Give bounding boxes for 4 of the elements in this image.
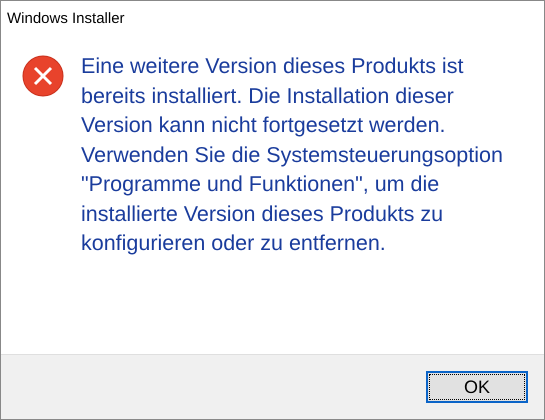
error-message: Eine weitere Version dieses Produkts ist bereits installiert. Die Installation dieser Version kann nicht fortgesetzt werden. Verwenden Sie die Systemsteuerungsoption "Programme und Funktionen", um die installierte Version dieses Produkts zu konfigurieren oder zu entfernen. — [81, 53, 504, 257]
error-icon — [22, 55, 64, 97]
ok-button[interactable]: OK — [426, 371, 528, 403]
window-title: Windows Installer — [7, 10, 125, 26]
